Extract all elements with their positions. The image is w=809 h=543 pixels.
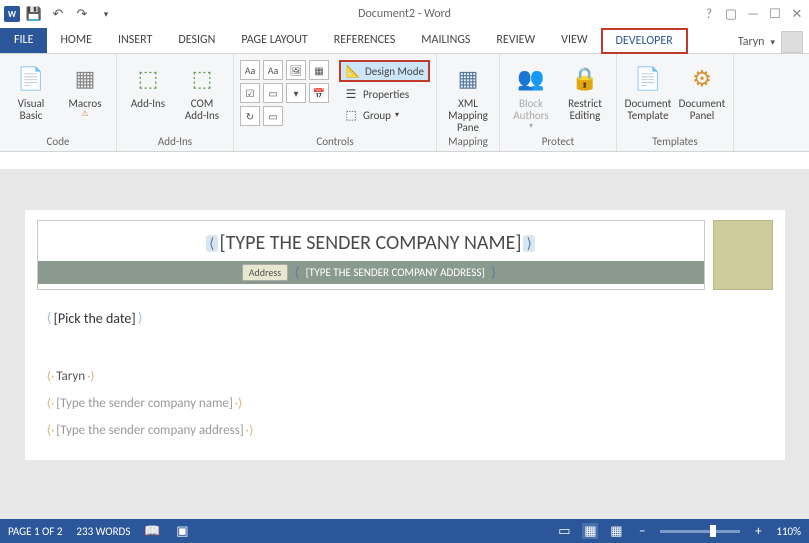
visual-basic-button[interactable]: 📄Visual Basic (6, 60, 56, 122)
group-button[interactable]: ⬚Group ▾ (339, 106, 430, 124)
document-panel-button[interactable]: ⚙Document Panel (677, 60, 727, 122)
sender-company-name-control[interactable]: ⟨[TYPE THE SENDER COMPANY NAME]⟩ (38, 221, 704, 261)
window-title: Document2 - Word (358, 7, 451, 21)
signer-control[interactable]: ⟨·Taryn·⟩ (47, 369, 763, 384)
web-layout-icon[interactable]: ▦ (608, 523, 624, 539)
control-checkbox-icon[interactable]: ☑ (240, 83, 260, 103)
zoom-out-icon[interactable]: − (634, 523, 650, 539)
control-legacy-icon[interactable]: ▭ (263, 106, 283, 126)
tab-view[interactable]: VIEW (548, 27, 600, 53)
sender-header: ⟨[TYPE THE SENDER COMPANY NAME]⟩ Address… (37, 220, 705, 290)
app-icon: W (4, 6, 20, 22)
control-rich-text-icon[interactable]: Aa (240, 60, 260, 80)
tab-review[interactable]: REVIEW (483, 27, 548, 53)
xml-mapping-button[interactable]: ▦XML Mapping Pane (443, 60, 493, 134)
block-authors-button: 👥Block Authors▾ (506, 60, 556, 131)
logo-placeholder[interactable] (713, 220, 773, 290)
tab-references[interactable]: REFERENCES (321, 27, 409, 53)
tab-developer[interactable]: DEVELOPER (601, 28, 688, 54)
spell-check-icon[interactable]: 📖 (144, 523, 160, 539)
page[interactable]: ⟨[TYPE THE SENDER COMPANY NAME]⟩ Address… (25, 210, 785, 460)
zoom-slider[interactable] (660, 530, 740, 533)
macros-button[interactable]: ▦Macros⚠ (60, 60, 110, 119)
tab-design[interactable]: DESIGN (165, 27, 228, 53)
document-area: ⟨[TYPE THE SENDER COMPANY NAME]⟩ Address… (0, 170, 809, 519)
minimize-icon[interactable]: — (743, 4, 763, 24)
user-avatar-icon[interactable] (781, 31, 803, 53)
company-address-repeat-control[interactable]: ⟨·[Type the sender company address]·⟩ (47, 423, 763, 438)
control-dropdown-icon[interactable]: ▾ (286, 83, 306, 103)
company-name-repeat-control[interactable]: ⟨·[Type the sender company name]·⟩ (47, 396, 763, 411)
user-name[interactable]: Taryn (738, 35, 765, 49)
group-templates-label: Templates (623, 134, 727, 151)
save-icon[interactable]: 💾 (24, 4, 44, 24)
tab-page-layout[interactable]: PAGE LAYOUT (228, 27, 320, 53)
control-building-block-icon[interactable]: ▦ (309, 60, 329, 80)
title-bar: W 💾 ↶ ↷ ▾ Document2 - Word ? ▢ — ☐ ✕ (0, 0, 809, 28)
addins-button[interactable]: ⬚Add-Ins (123, 60, 173, 110)
group-mapping-label: Mapping (443, 134, 493, 151)
sender-address-control[interactable]: [TYPE THE SENDER COMPANY ADDRESS] (306, 266, 485, 279)
zoom-level[interactable]: 110% (776, 525, 801, 538)
control-plain-text-icon[interactable]: Aa (263, 60, 283, 80)
tab-mailings[interactable]: MAILINGS (408, 27, 483, 53)
ribbon: 📄Visual Basic ▦Macros⚠ Code ⬚Add-Ins ⬚CO… (0, 54, 809, 152)
control-combobox-icon[interactable]: ▭ (263, 83, 283, 103)
group-code-label: Code (6, 134, 110, 151)
design-mode-icon: 📐 (345, 63, 361, 79)
group-controls-label: Controls (240, 134, 430, 151)
date-picker-control[interactable]: ⟨[Pick the date]⟩ (47, 310, 763, 327)
control-repeating-icon[interactable]: ↻ (240, 106, 260, 126)
undo-icon[interactable]: ↶ (48, 4, 68, 24)
help-icon[interactable]: ? (699, 4, 719, 24)
read-mode-icon[interactable]: ▭ (556, 523, 572, 539)
group-protect-label: Protect (506, 134, 610, 151)
controls-gallery[interactable]: Aa Aa 🖼 ▦ ☑ ▭ ▾ 📅 ↻ ▭ (240, 60, 329, 126)
close-icon[interactable]: ✕ (787, 4, 807, 24)
qat-dropdown-icon[interactable]: ▾ (96, 4, 116, 24)
ruler (0, 152, 809, 170)
tab-insert[interactable]: INSERT (105, 27, 165, 53)
properties-button[interactable]: ☰Properties (339, 85, 430, 103)
macro-record-icon[interactable]: ▣ (174, 523, 190, 539)
restrict-editing-button[interactable]: 🔒Restrict Editing (560, 60, 610, 122)
tab-home[interactable]: HOME (47, 27, 105, 53)
print-layout-icon[interactable]: ▦ (582, 523, 598, 539)
maximize-icon[interactable]: ☐ (765, 4, 785, 24)
tab-file[interactable]: FILE (0, 27, 47, 53)
zoom-in-icon[interactable]: + (750, 523, 766, 539)
word-count[interactable]: 233 WORDS (76, 525, 130, 538)
ribbon-tabs: FILE HOME INSERT DESIGN PAGE LAYOUT REFE… (0, 28, 809, 54)
properties-icon: ☰ (343, 86, 359, 102)
page-status[interactable]: PAGE 1 OF 2 (8, 525, 62, 538)
status-bar: PAGE 1 OF 2 233 WORDS 📖 ▣ ▭ ▦ ▦ − + 110% (0, 519, 809, 543)
redo-icon[interactable]: ↷ (72, 4, 92, 24)
document-template-button[interactable]: 📄Document Template (623, 60, 673, 122)
address-tag[interactable]: Address (242, 264, 288, 281)
ribbon-display-icon[interactable]: ▢ (721, 4, 741, 24)
control-picture-icon[interactable]: 🖼 (286, 60, 306, 80)
group-icon: ⬚ (343, 107, 359, 123)
group-addins-label: Add-Ins (123, 134, 227, 151)
control-date-icon[interactable]: 📅 (309, 83, 329, 103)
design-mode-button[interactable]: 📐Design Mode (339, 60, 430, 82)
com-addins-button[interactable]: ⬚COM Add-Ins (177, 60, 227, 122)
